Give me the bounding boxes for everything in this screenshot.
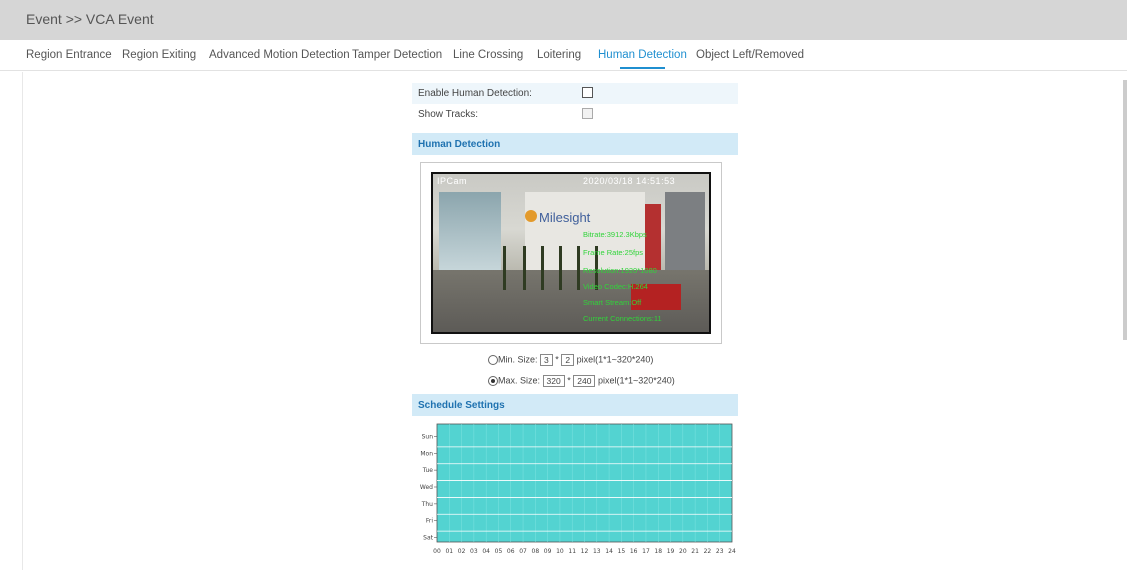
schedule-day-label: Thu — [421, 501, 433, 508]
osd-camera-name: IPCam — [437, 176, 468, 186]
max-size-separator: * — [567, 375, 571, 386]
max-size-width-input[interactable]: 320 — [542, 375, 565, 387]
schedule-hour-label: 20 — [679, 548, 687, 555]
header-bar: Event >> VCA Event — [0, 0, 1127, 40]
min-size-width-input[interactable]: 3 — [540, 354, 553, 366]
tab-region-entrance[interactable]: Region Entrance — [26, 49, 112, 61]
video-plant — [559, 246, 562, 290]
schedule-hour-label: 13 — [593, 548, 601, 555]
schedule-hour-label: 01 — [445, 548, 453, 555]
tab-loitering[interactable]: Loitering — [537, 49, 581, 61]
schedule-day-label: Sat — [423, 535, 433, 542]
schedule-day-label: Tue — [422, 467, 434, 474]
show-tracks-checkbox[interactable] — [582, 108, 593, 119]
milesight-logo-icon — [525, 210, 537, 222]
osd-smart-stream: Smart Stream:Off — [583, 298, 642, 307]
tab-bar: Region Entrance Region Exiting Advanced … — [0, 40, 1127, 71]
video-plant — [523, 246, 526, 290]
schedule-day-label: Sun — [422, 433, 434, 440]
tab-region-exiting[interactable]: Region Exiting — [122, 49, 196, 61]
osd-resolution: Resolution:1920*1080 — [583, 266, 657, 275]
min-size-label: Min. Size: — [498, 354, 538, 365]
osd-video-codec: Video Codec:H.264 — [583, 282, 648, 291]
schedule-hour-label: 18 — [654, 548, 662, 555]
schedule-hour-label: 07 — [519, 548, 527, 555]
max-size-height-input[interactable]: 240 — [573, 375, 596, 387]
schedule-hour-label: 06 — [507, 548, 515, 555]
video-plant — [541, 246, 544, 290]
video-plant — [503, 246, 506, 290]
tab-human-detection[interactable]: Human Detection — [598, 49, 687, 69]
min-size-range-hint: pixel(1*1~320*240) — [576, 354, 654, 365]
show-tracks-row: Show Tracks: — [412, 104, 738, 125]
scrollbar[interactable] — [1123, 80, 1127, 340]
schedule-grid[interactable]: Sun Mon Tue Wed Thu Fri Sat 00 01 02 03 04 05 06 07 08 0… — [397, 420, 742, 565]
schedule-hour-label: 16 — [630, 548, 638, 555]
video-red-door — [645, 204, 661, 274]
schedule-hour-label: 04 — [482, 548, 490, 555]
max-size-radio[interactable] — [488, 376, 498, 386]
schedule-hour-label: 00 — [433, 548, 441, 555]
tab-advanced-motion-detection[interactable]: Advanced Motion Detection — [209, 49, 350, 61]
min-size-radio[interactable] — [488, 355, 498, 365]
human-detection-section-header: Human Detection — [412, 133, 738, 155]
schedule-hour-label: 15 — [618, 548, 626, 555]
schedule-hour-label: 21 — [691, 548, 699, 555]
schedule-chart[interactable]: Sun Mon Tue Wed Thu Fri Sat00 01 02 03 04 05 06 07 08 0… — [397, 420, 742, 565]
schedule-settings-section-header: Schedule Settings — [412, 394, 738, 416]
schedule-hour-label: 11 — [568, 548, 576, 555]
osd-bitrate: Bitrate:3912.3Kbps — [583, 230, 647, 239]
osd-frame-rate: Frame Rate:25fps — [583, 248, 644, 257]
schedule-hour-label: 17 — [642, 548, 650, 555]
enable-human-detection-row: Enable Human Detection: — [412, 83, 738, 104]
schedule-day-label: Fri — [426, 518, 433, 525]
enable-human-detection-label: Enable Human Detection: — [418, 88, 532, 99]
schedule-hour-label: 08 — [532, 548, 540, 555]
schedule-hour-label: 10 — [556, 548, 564, 555]
min-size-height-input[interactable]: 2 — [561, 354, 575, 366]
schedule-hour-label: 12 — [581, 548, 589, 555]
max-size-range-hint: pixel(1*1~320*240) — [597, 375, 675, 386]
schedule-hour-label: 24 — [728, 548, 736, 555]
schedule-day-label: Wed — [420, 484, 433, 491]
max-size-label: Max. Size: — [498, 375, 541, 386]
schedule-hour-label: 09 — [544, 548, 552, 555]
video-plant — [577, 246, 580, 290]
tab-line-crossing[interactable]: Line Crossing — [453, 49, 523, 61]
schedule-hour-label: 22 — [704, 548, 712, 555]
osd-current-connections: Current Connections:11 — [583, 314, 662, 323]
tab-object-left-removed[interactable]: Object Left/Removed — [696, 49, 804, 61]
schedule-day-label: Mon — [420, 450, 433, 457]
active-tab-underline — [620, 67, 665, 69]
tab-tamper-detection[interactable]: Tamper Detection — [352, 49, 442, 61]
schedule-hour-label: 23 — [716, 548, 724, 555]
min-size-row: Min. Size: 3 * 2 pixel(1*1~320*240) — [488, 354, 653, 366]
schedule-hour-label: 19 — [667, 548, 675, 555]
show-tracks-label: Show Tracks: — [418, 109, 479, 120]
live-video-preview[interactable]: Milesight IPCam 2020/03/18 14:51:53 Bitr… — [431, 172, 711, 334]
tab-human-detection-label: Human Detection — [598, 49, 687, 61]
min-size-separator: * — [555, 354, 559, 365]
schedule-hour-label: 14 — [605, 548, 613, 555]
breadcrumb: Event >> VCA Event — [26, 11, 154, 27]
schedule-settings-section-title: Schedule Settings — [418, 400, 505, 411]
enable-human-detection-checkbox[interactable] — [582, 87, 593, 98]
max-size-row: Max. Size: 320 * 240 pixel(1*1~320*240) — [488, 375, 675, 387]
osd-timestamp: 2020/03/18 14:51:53 — [583, 176, 676, 186]
schedule-hour-label: 03 — [470, 548, 478, 555]
milesight-logo-text: Milesight — [539, 210, 591, 225]
schedule-hour-label: 05 — [495, 548, 503, 555]
human-detection-section-title: Human Detection — [418, 139, 501, 150]
schedule-hour-label: 02 — [458, 548, 466, 555]
